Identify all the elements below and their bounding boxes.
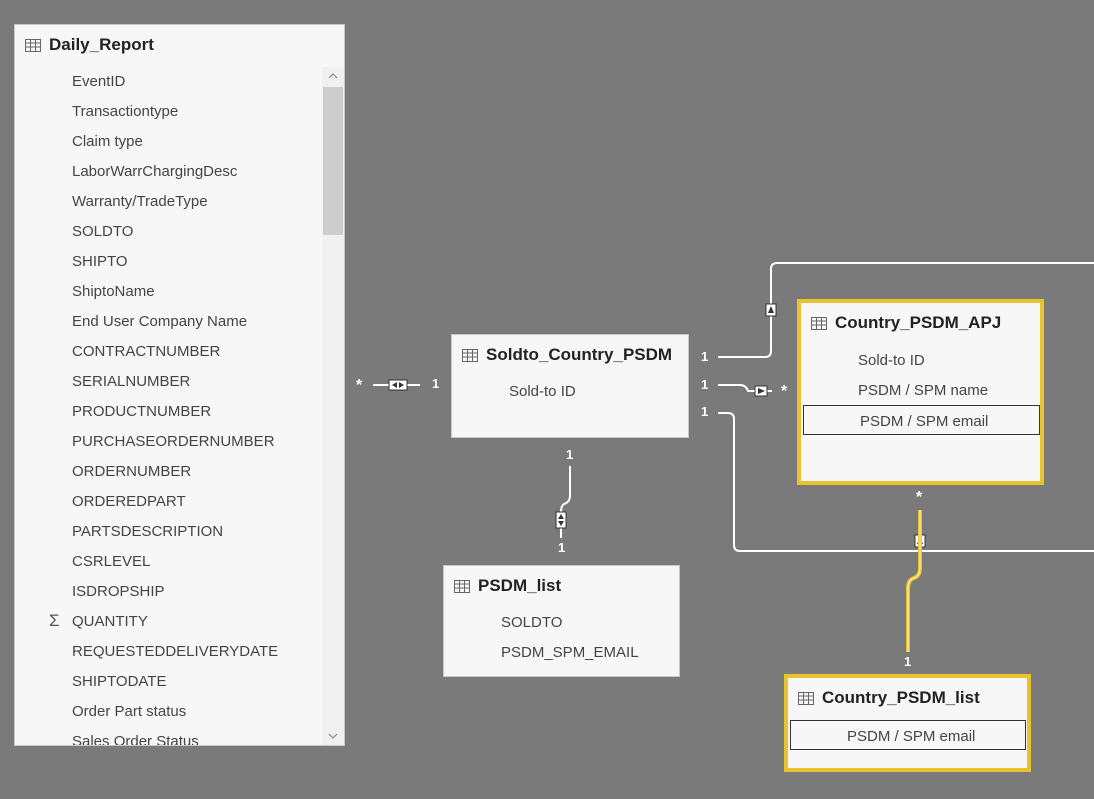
field-item[interactable]: SHIPTODATE — [72, 673, 166, 690]
field-item[interactable]: PSDM / SPM name — [858, 382, 988, 399]
scrollbar[interactable] — [322, 67, 344, 745]
table-header[interactable]: Country_PSDM_list — [788, 678, 1027, 718]
field-item[interactable]: CSRLEVEL — [72, 553, 150, 570]
table-icon — [798, 691, 814, 705]
table-card-daily-report[interactable]: Daily_Report EventID Transactiontype Cla… — [14, 24, 345, 746]
field-item[interactable]: End User Company Name — [72, 313, 247, 330]
field-item[interactable]: Transactiontype — [72, 103, 178, 120]
cardinality-one: 1 — [558, 540, 566, 555]
table-header[interactable]: Country_PSDM_APJ — [801, 303, 1040, 343]
table-header[interactable]: Daily_Report — [15, 25, 344, 65]
field-item[interactable]: PURCHASEORDERNUMBER — [72, 433, 275, 450]
table-icon — [25, 38, 41, 52]
cardinality-one: 1 — [432, 376, 440, 391]
field-item[interactable]: ORDEREDPART — [72, 493, 186, 510]
scrollbar-thumb[interactable] — [323, 87, 343, 235]
table-title: Soldto_Country_PSDM — [486, 345, 673, 364]
field-item[interactable]: ORDERNUMBER — [72, 463, 191, 480]
field-item[interactable]: LaborWarrChargingDesc — [72, 163, 237, 180]
table-card-psdm-list[interactable]: PSDM_list SOLDTO PSDM_SPM_EMAIL — [443, 565, 680, 677]
sum-icon: Σ — [49, 611, 60, 630]
field-item[interactable]: SERIALNUMBER — [72, 373, 190, 390]
field-item[interactable]: Sales Order Status — [72, 733, 199, 745]
scroll-up-icon[interactable] — [322, 67, 344, 85]
field-item[interactable]: Claim type — [72, 133, 143, 150]
field-item[interactable]: REQUESTEDDELIVERYDATE — [72, 643, 278, 660]
cardinality-one: 1 — [701, 377, 709, 392]
field-item-selected[interactable]: PSDM / SPM email — [803, 405, 1040, 435]
cardinality-one: 1 — [701, 349, 709, 364]
table-header[interactable]: PSDM_list — [444, 566, 679, 606]
field-item-selected[interactable]: PSDM / SPM email — [790, 720, 1026, 750]
table-icon — [454, 579, 470, 593]
field-item[interactable]: Order Part status — [72, 703, 186, 720]
field-item[interactable]: SOLDTO — [72, 223, 133, 240]
cardinality-many: * — [356, 377, 363, 394]
field-item[interactable]: EventID — [72, 73, 125, 90]
table-title: Country_PSDM_list — [822, 688, 980, 707]
table-icon — [811, 316, 827, 330]
field-item[interactable]: SHIPTO — [72, 253, 128, 270]
table-card-country-psdm-apj[interactable]: Country_PSDM_APJ Sold-to ID PSDM / SPM n… — [797, 299, 1044, 485]
cardinality-many: * — [916, 489, 923, 506]
relationship-line-apj-countrylist — [906, 510, 922, 652]
relationship-line-soldto-apj-mid — [718, 384, 772, 392]
field-item[interactable]: ShiptoName — [72, 283, 155, 300]
field-item[interactable]: QUANTITY — [72, 613, 148, 630]
field-item[interactable]: PSDM_SPM_EMAIL — [501, 644, 639, 661]
field-item[interactable]: ISDROPSHIP — [72, 583, 165, 600]
field-item[interactable]: Sold-to ID — [509, 383, 576, 400]
table-header[interactable]: Soldto_Country_PSDM — [452, 335, 688, 375]
cardinality-one: 1 — [904, 654, 912, 669]
bidirectional-filter-icon — [388, 379, 408, 391]
table-title: Country_PSDM_APJ — [835, 313, 1002, 332]
field-item[interactable]: Warranty/TradeType — [72, 193, 208, 210]
table-title: Daily_Report — [49, 35, 154, 54]
table-card-soldto-country-psdm[interactable]: Soldto_Country_PSDM Sold-to ID — [451, 334, 689, 438]
cardinality-one: 1 — [566, 447, 574, 462]
relationship-line-soldto-psdmlist — [560, 466, 571, 538]
table-card-country-psdm-list[interactable]: Country_PSDM_list PSDM / SPM email — [784, 674, 1031, 772]
cardinality-one: 1 — [701, 404, 709, 419]
table-icon — [462, 348, 478, 362]
field-item[interactable]: Sold-to ID — [858, 352, 925, 369]
cardinality-many: * — [781, 383, 788, 400]
scroll-down-icon[interactable] — [322, 727, 344, 745]
field-item[interactable]: SOLDTO — [501, 614, 562, 631]
field-item[interactable]: PRODUCTNUMBER — [72, 403, 211, 420]
table-title: PSDM_list — [478, 576, 562, 595]
field-item[interactable]: PARTSDESCRIPTION — [72, 523, 223, 540]
field-item[interactable]: CONTRACTNUMBER — [72, 343, 220, 360]
